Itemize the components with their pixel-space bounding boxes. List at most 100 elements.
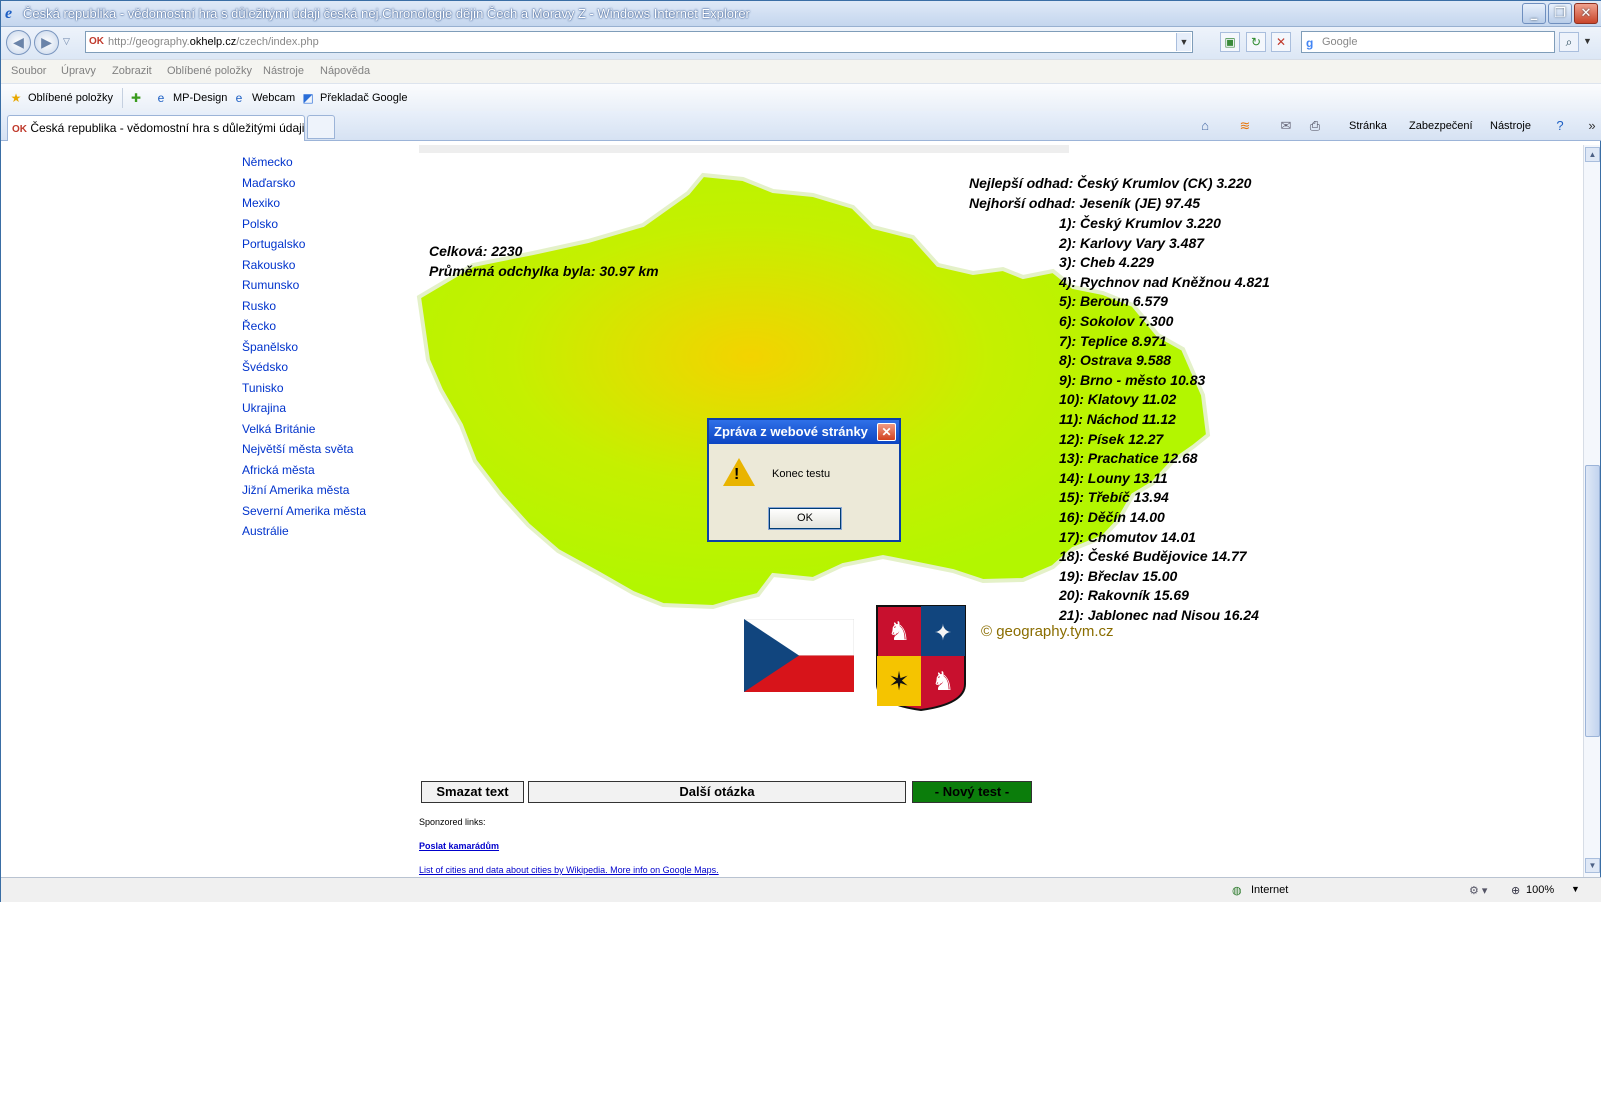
- dialog-ok-button[interactable]: OK: [768, 507, 842, 530]
- sidebar-link[interactable]: Největší města světa: [242, 442, 353, 456]
- mail-icon[interactable]: ✉: [1277, 117, 1295, 135]
- result-item: 19): Břeclav 15.00: [1059, 567, 1178, 584]
- compatibility-icon[interactable]: ▣: [1220, 32, 1240, 52]
- fav-item-translator[interactable]: Překladač Google: [320, 92, 407, 104]
- tab-active[interactable]: OK Česká republika - vědomostní hra s dů…: [7, 115, 305, 141]
- search-options-icon[interactable]: ▼: [1583, 36, 1592, 46]
- sidebar-link[interactable]: Španělsko: [242, 340, 298, 354]
- menu-file[interactable]: Soubor: [11, 65, 46, 77]
- share-link[interactable]: Poslat kamarádům: [419, 841, 499, 851]
- sidebar-link[interactable]: Rusko: [242, 299, 276, 313]
- best-guess: Nejlepší odhad: Český Krumlov (CK) 3.220: [969, 175, 1252, 191]
- favbar-divider: [122, 88, 123, 108]
- clear-text-button[interactable]: Smazat text: [421, 781, 524, 803]
- page-menu[interactable]: Stránka: [1349, 120, 1387, 132]
- menu-view[interactable]: Zobrazit: [112, 65, 152, 77]
- sidebar-link[interactable]: Ukrajina: [242, 401, 286, 415]
- tab-bar: OK Česká republika - vědomostní hra s dů…: [1, 111, 1601, 141]
- menu-favorites[interactable]: Oblíbené položky: [167, 65, 252, 77]
- sidebar-link[interactable]: Austrálie: [242, 524, 289, 538]
- feeds-icon[interactable]: ≋: [1236, 117, 1254, 135]
- address-field[interactable]: OK http://geography.okhelp.cz/czech/inde…: [85, 31, 1193, 53]
- browser-window: e Česká republika - vědomostní hra s důl…: [0, 0, 1601, 902]
- coat-of-arms-icon: ♞ ✦ ✶ ♞: [876, 605, 966, 712]
- dialog-message: Konec testu: [772, 468, 831, 480]
- refresh-icon[interactable]: ↻: [1246, 32, 1266, 52]
- window-title: Česká republika - vědomostní hra s důlež…: [23, 6, 750, 21]
- fav-item-mp-design[interactable]: MP-Design: [173, 92, 227, 104]
- print-icon[interactable]: ⎙: [1306, 117, 1324, 135]
- result-item: 6): Sokolov 7.300: [1059, 313, 1174, 329]
- sidebar-link[interactable]: Portugalsko: [242, 237, 305, 251]
- url-prefix: http://geography.: [108, 36, 190, 48]
- dialog-close-button[interactable]: ✕: [877, 423, 896, 441]
- svg-text:✦: ✦: [934, 620, 952, 645]
- menu-help[interactable]: Nápověda: [320, 65, 370, 77]
- score-total: Celková: 2230: [429, 243, 523, 259]
- tools-menu[interactable]: Nástroje: [1490, 120, 1531, 132]
- sidebar-link[interactable]: Severní Amerika města: [242, 504, 366, 518]
- title-bar: e Česká republika - vědomostní hra s důl…: [1, 1, 1601, 27]
- ie-logo-icon: e: [5, 5, 13, 22]
- svg-text:♞: ♞: [931, 666, 954, 696]
- scroll-thumb[interactable]: [1585, 465, 1600, 737]
- sidebar-link[interactable]: Tunisko: [242, 381, 284, 395]
- sidebar-link[interactable]: Mexiko: [242, 196, 280, 210]
- sidebar-link[interactable]: Polsko: [242, 217, 278, 231]
- ie-page-icon: e: [157, 91, 165, 105]
- result-item: 5): Beroun 6.579: [1059, 293, 1168, 310]
- favorites-button[interactable]: Oblíbené položky: [28, 92, 113, 104]
- history-dropdown-icon[interactable]: ▽: [63, 36, 70, 47]
- search-button[interactable]: ⌕: [1559, 32, 1579, 52]
- scroll-up-icon[interactable]: ▲: [1585, 147, 1600, 162]
- maximize-button[interactable]: ❐: [1548, 3, 1572, 24]
- sidebar-link[interactable]: Jižní Amerika města: [242, 483, 349, 497]
- stop-icon[interactable]: ✕: [1271, 32, 1291, 52]
- sidebar-link[interactable]: Velká Británie: [242, 422, 315, 436]
- protected-mode-icon[interactable]: ⚙ ▾: [1469, 884, 1487, 897]
- result-item: 17): Chomutov 14.01: [1059, 528, 1196, 545]
- new-tab-button[interactable]: [307, 115, 335, 139]
- overflow-chevron-icon[interactable]: »: [1583, 117, 1601, 135]
- scroll-down-icon[interactable]: ▼: [1585, 858, 1600, 873]
- fav-item-webcam[interactable]: Webcam: [252, 92, 295, 104]
- menu-edit[interactable]: Úpravy: [61, 65, 96, 77]
- minimize-button[interactable]: _: [1522, 3, 1546, 24]
- sidebar-link[interactable]: Maďarsko: [242, 176, 295, 190]
- google-icon: g: [1306, 36, 1314, 50]
- translate-icon: ◩: [302, 91, 314, 105]
- result-item: 8): Ostrava 9.588: [1059, 352, 1172, 369]
- wiki-link[interactable]: List of cities and data about cities by …: [419, 865, 719, 875]
- sidebar-link[interactable]: Německo: [242, 155, 293, 169]
- add-favorite-icon[interactable]: ✚: [129, 91, 143, 105]
- close-window-button[interactable]: ✕: [1574, 3, 1598, 24]
- help-icon[interactable]: ?: [1551, 117, 1569, 135]
- search-placeholder: Google: [1322, 36, 1358, 48]
- zoom-dropdown-icon[interactable]: ▼: [1571, 884, 1580, 894]
- menu-tools[interactable]: Nástroje: [263, 65, 304, 77]
- zoom-level[interactable]: 100%: [1526, 884, 1554, 896]
- address-dropdown-icon[interactable]: ▼: [1176, 33, 1191, 51]
- sidebar-link[interactable]: Africká města: [242, 463, 315, 477]
- worst-guess: Nejhorší odhad: Jeseník (JE) 97.45: [969, 195, 1201, 211]
- star-icon: ★: [10, 91, 22, 105]
- new-test-button[interactable]: - Nový test -: [912, 781, 1032, 803]
- search-input[interactable]: g Google: [1301, 31, 1555, 53]
- forward-button[interactable]: ▶: [34, 30, 59, 55]
- back-button[interactable]: ◀: [6, 30, 31, 55]
- site-favicon: OK: [89, 36, 104, 47]
- zoom-icon[interactable]: ⊕: [1511, 884, 1520, 897]
- url-domain: okhelp.cz: [189, 36, 237, 48]
- sidebar-link[interactable]: Švédsko: [242, 360, 288, 374]
- next-question-button[interactable]: Další otázka: [528, 781, 906, 803]
- score-average: Průměrná odchylka byla: 30.97 km: [429, 263, 659, 279]
- home-icon[interactable]: ⌂: [1196, 117, 1214, 135]
- sidebar-link[interactable]: Rakousko: [242, 258, 295, 272]
- security-menu[interactable]: Zabezpečení: [1409, 120, 1473, 132]
- sidebar-link[interactable]: Řecko: [242, 319, 276, 333]
- result-item: 13): Prachatice 12.68: [1059, 450, 1198, 467]
- globe-icon: ◍: [1232, 885, 1242, 897]
- result-item: 14): Louny 13.11: [1059, 469, 1168, 486]
- vertical-scrollbar[interactable]: ▲ ▼: [1583, 145, 1600, 877]
- sidebar-link[interactable]: Rumunsko: [242, 278, 299, 292]
